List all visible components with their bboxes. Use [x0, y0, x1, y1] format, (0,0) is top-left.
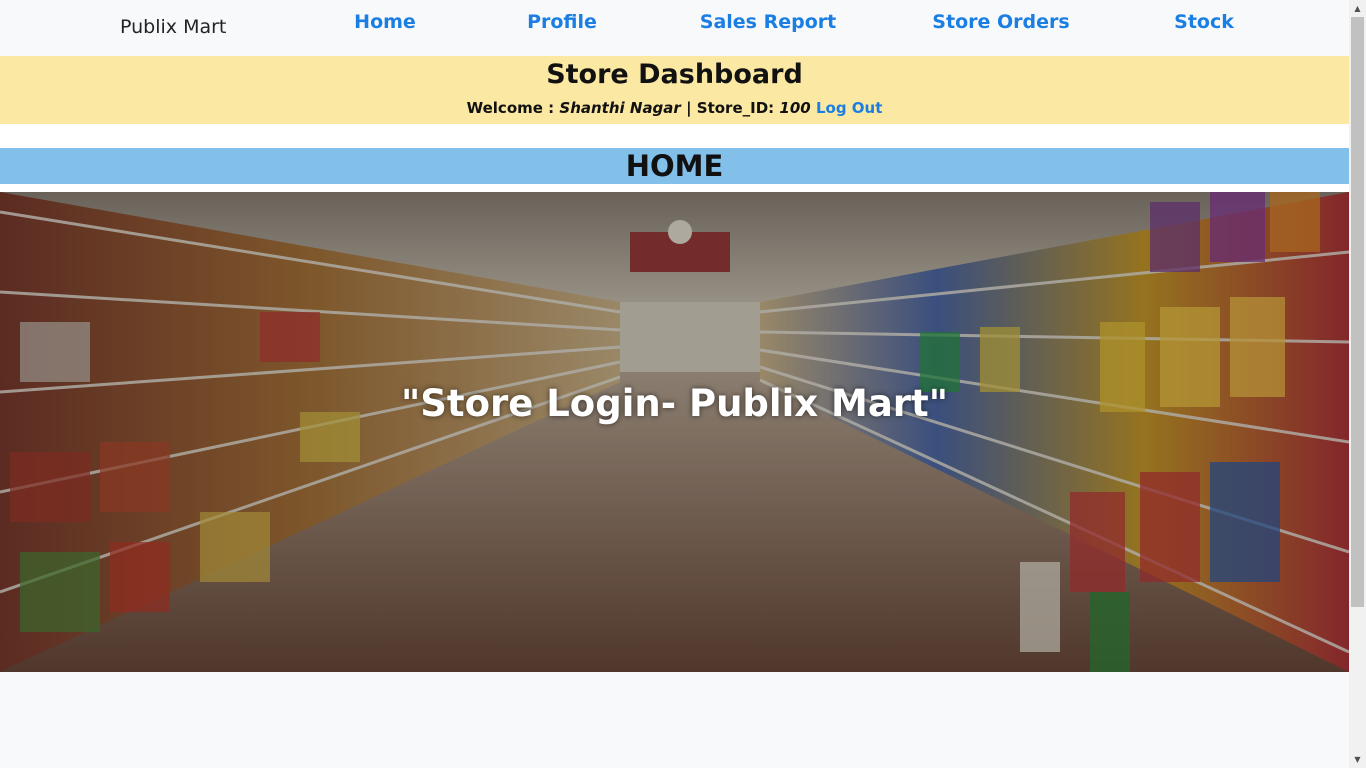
nav-link-home[interactable]: Home	[354, 11, 416, 33]
hero-banner: "Store Login- Publix Mart"	[0, 192, 1349, 672]
nav-link-store-orders[interactable]: Store Orders	[932, 11, 1069, 33]
scrollbar-thumb[interactable]	[1351, 17, 1364, 607]
spacer	[0, 184, 1349, 192]
store-id-value: 100	[779, 99, 811, 117]
logout-link[interactable]: Log Out	[816, 99, 882, 117]
brand-logo-text[interactable]: Publix Mart	[120, 16, 226, 38]
dashboard-header: Store Dashboard Welcome : Shanthi Nagar …	[0, 56, 1349, 124]
page: Publix Mart Home Profile Sales Report St…	[0, 0, 1349, 768]
store-id-label: Store_ID:	[696, 99, 775, 117]
welcome-separator: |	[686, 99, 692, 117]
top-navbar: Publix Mart Home Profile Sales Report St…	[0, 0, 1349, 56]
scroll-down-arrow-icon[interactable]: ▼	[1349, 751, 1366, 768]
supermarket-aisle-image	[0, 192, 1349, 672]
spacer	[0, 124, 1349, 148]
nav-link-sales-report[interactable]: Sales Report	[700, 11, 836, 33]
store-name-value: Shanthi Nagar	[559, 99, 681, 117]
vertical-scrollbar[interactable]: ▲ ▼	[1349, 0, 1366, 768]
section-heading: HOME	[625, 149, 724, 183]
page-title: Store Dashboard	[546, 59, 803, 90]
hero-caption: "Store Login- Publix Mart"	[400, 382, 949, 425]
scroll-up-arrow-icon[interactable]: ▲	[1349, 0, 1366, 17]
nav-link-profile[interactable]: Profile	[527, 11, 597, 33]
welcome-label: Welcome :	[466, 99, 555, 117]
welcome-line: Welcome : Shanthi Nagar | Store_ID: 100 …	[0, 99, 1349, 117]
nav-link-stock[interactable]: Stock	[1174, 11, 1234, 33]
section-heading-bar: HOME	[0, 148, 1349, 184]
